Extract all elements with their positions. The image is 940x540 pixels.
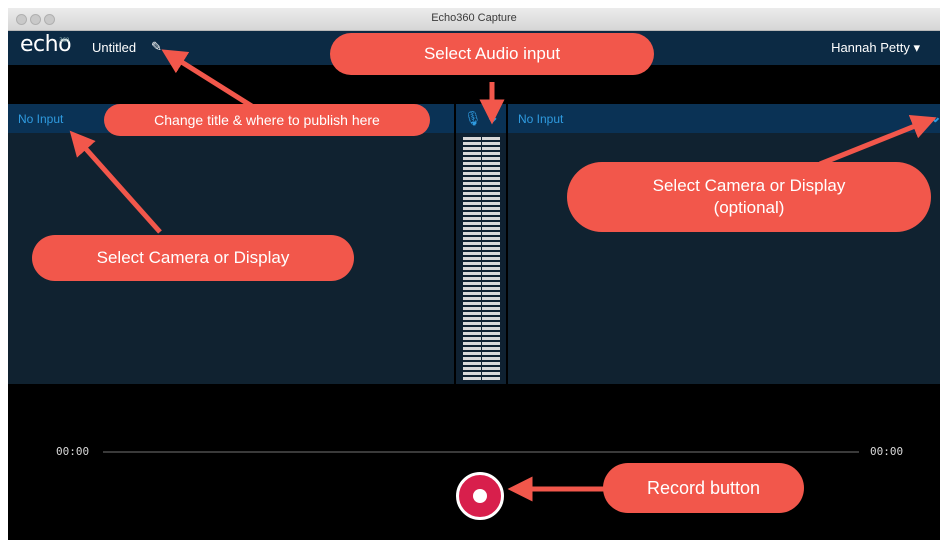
camera-callout: Select Camera or Display: [32, 235, 354, 281]
camera-optional-line2: (optional): [713, 198, 785, 217]
audio-callout: Select Audio input: [330, 33, 654, 75]
camera-optional-line1: Select Camera or Display: [652, 176, 846, 195]
record-callout: Record button: [603, 463, 804, 513]
camera-arrow: [69, 130, 162, 234]
camera-optional-callout: Select Camera or Display (optional): [567, 162, 931, 232]
title-arrow: [161, 49, 260, 113]
camera-optional-arrow: [819, 115, 937, 167]
title-callout: Change title & where to publish here: [104, 104, 430, 136]
